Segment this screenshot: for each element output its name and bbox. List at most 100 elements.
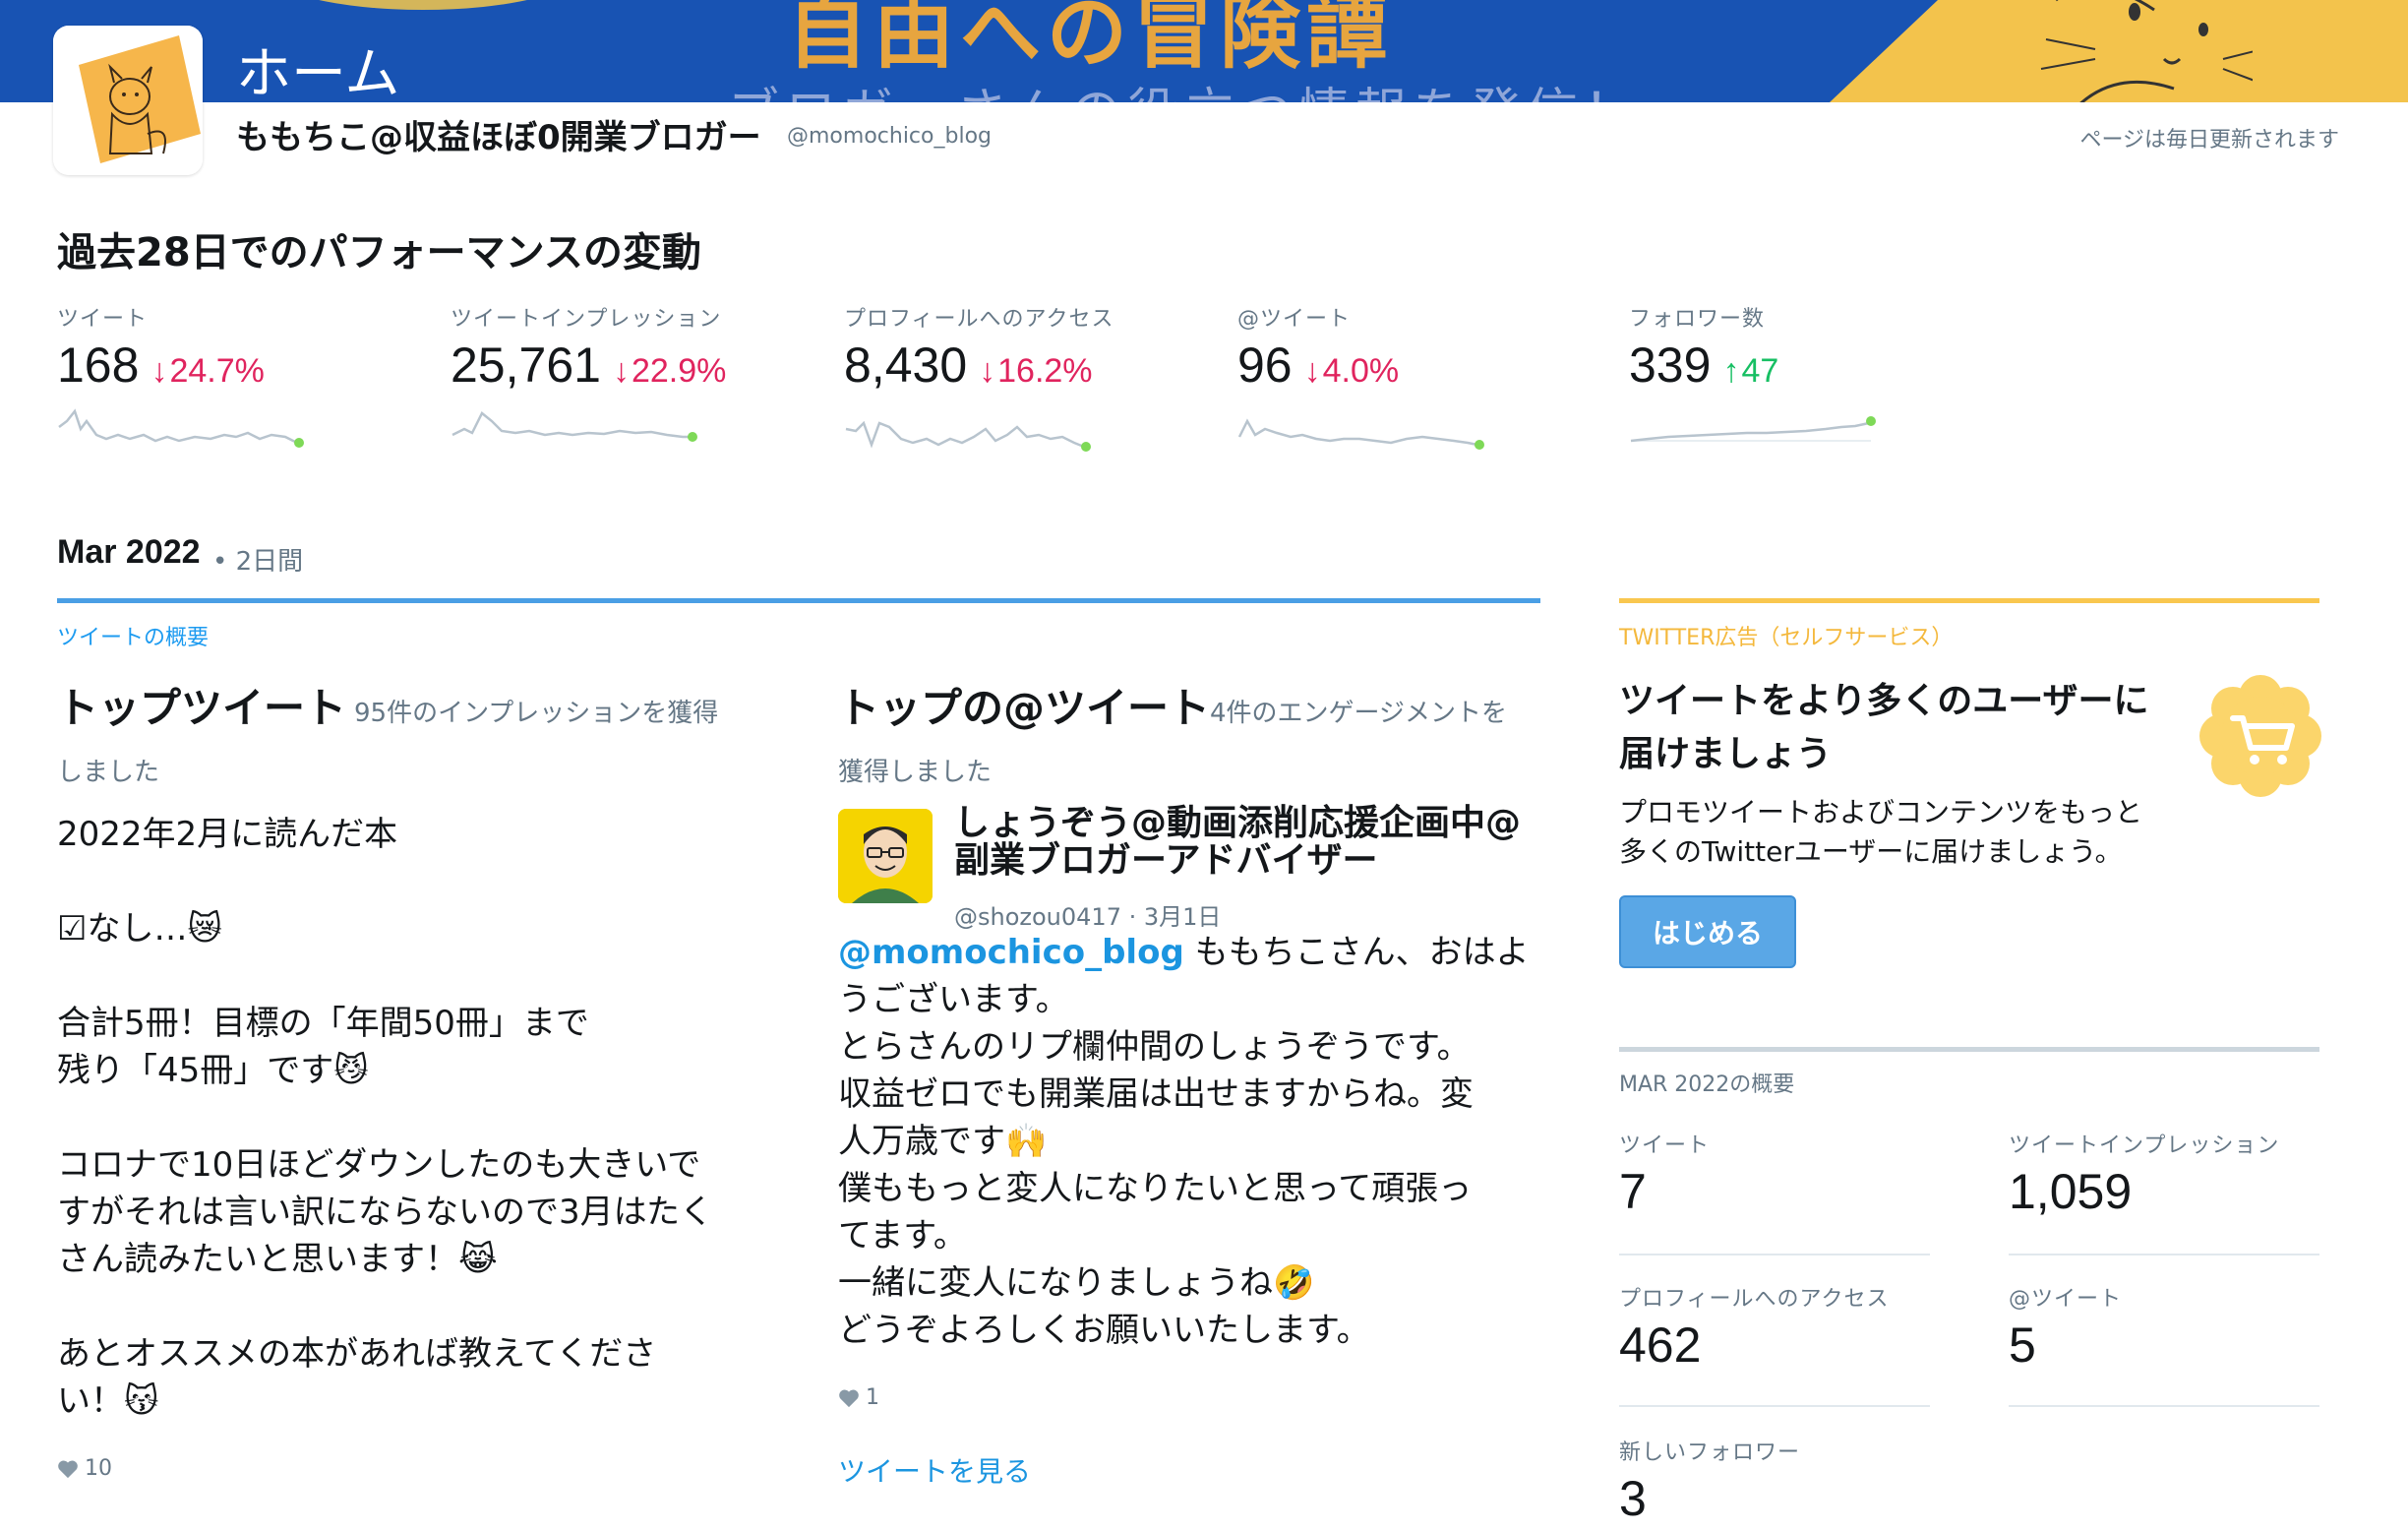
person-avatar-icon: [838, 809, 933, 903]
stat-divider: [2009, 1405, 2319, 1407]
metric-value: 8,430: [844, 337, 968, 393]
tweet-line-gap: [57, 1094, 713, 1141]
stat-profile-visits: プロフィールへのアクセス 462: [1619, 1287, 1890, 1373]
metric-value: 168: [57, 337, 140, 393]
stat-impressions: ツイートインプレッション 1,059: [2009, 1133, 2280, 1219]
like-count: 1: [866, 1385, 879, 1410]
stat-new-followers: 新しいフォロワー 3: [1619, 1440, 1801, 1526]
month-summary-label: MAR 2022の概要: [1619, 1072, 1795, 1097]
profile-avatar[interactable]: [53, 26, 203, 175]
tweet-line: 収益ゼロでも開業届は出せますからね。変: [838, 1074, 1474, 1114]
banner-moon-shape: [266, 0, 580, 10]
up-arrow-icon: ↑: [1722, 352, 1740, 390]
start-ads-button[interactable]: はじめる: [1619, 895, 1796, 968]
stat-tweets: ツイート 7: [1619, 1133, 1711, 1219]
update-note: ページは毎日更新されます: [2079, 128, 2339, 153]
banner-subtitle-text: ブロガーさんの役立つ情報を発信！: [728, 71, 1641, 102]
tweet-line: コロナで10日ほどダウンしたのも大きいで: [57, 1145, 701, 1185]
sparkline-chart: [1630, 416, 1876, 443]
stat-mentions: @ツイート 5: [2009, 1287, 2123, 1373]
top-tweet-body[interactable]: 2022年2月に読んだ本 ☑なし…😿 合計5冊！目標の「年間50冊」まで 残り「…: [57, 811, 713, 1425]
tweet-line: どうぞよろしくお願いいたします。: [838, 1311, 1370, 1350]
top-tweet-sub-2: しました: [57, 758, 160, 787]
month-days: • 2日間: [212, 547, 304, 577]
banner-cat-illustration: [2040, 0, 2253, 102]
metric-value: 96: [1237, 337, 1293, 393]
stat-divider: [1619, 1405, 1930, 1407]
metric-change: ↓24.7%: [150, 352, 265, 390]
profile-handle: @momochico_blog: [787, 124, 992, 149]
tweet-line: ☑なし…😿: [57, 909, 222, 949]
profile-name: ももちこ@収益ほぼ0開業ブロガー: [236, 118, 761, 157]
top-mention-body[interactable]: @momochico_blog ももちこさん、おはよ うございます。 とらさんの…: [838, 929, 1530, 1354]
tweet-line: うございます。: [838, 980, 1069, 1019]
metric-change: ↓4.0%: [1303, 352, 1400, 390]
tweet-line: 僕ももっと変人になりたいと思って頑張っ: [838, 1169, 1473, 1208]
metric-change: ↑47: [1722, 352, 1779, 390]
performance-title: 過去28日でのパフォーマンスの変動: [57, 230, 701, 276]
ads-divider: [1619, 598, 2319, 603]
top-tweet-sub: 95件のインプレッションを獲得: [354, 699, 719, 728]
metric-label: ツイートインプレッション: [451, 307, 722, 332]
top-mention-likes[interactable]: 1: [838, 1385, 879, 1410]
metric-impressions[interactable]: ツイートインプレッション 25,761 ↓22.9%: [451, 301, 824, 468]
down-arrow-icon: ↓: [979, 352, 996, 390]
stat-divider: [1619, 1254, 1930, 1255]
tweet-line: 残り「45冊」です😼: [57, 1051, 369, 1090]
mention-author-name[interactable]: しょうぞう@動画添削応援企画中@ 副業ブロガーアドバイザー: [954, 805, 1521, 880]
metric-followers[interactable]: フォロワー数 339 ↑47: [1629, 301, 2003, 468]
metric-value: 339: [1629, 337, 1712, 393]
stat-divider: [2009, 1254, 2319, 1255]
tweet-line: すがそれは言い訳にならないので3月はたく: [57, 1193, 713, 1232]
mention-author-meta: @shozou0417 · 3月1日: [954, 897, 1221, 932]
mention-author-handle: @shozou0417: [954, 903, 1121, 931]
top-tweet-likes[interactable]: 10: [57, 1456, 112, 1481]
cat-avatar-icon: [53, 26, 203, 175]
ads-description: プロモツイートおよびコンテンツをもっと 多くのTwitterユーザーに届けましょ…: [1619, 796, 2143, 868]
sparkline-chart: [845, 420, 1091, 452]
mention-date: · 3月1日: [1128, 903, 1222, 931]
tweet-line-gap: [57, 952, 713, 1000]
metric-label: ツイート: [57, 307, 149, 332]
metric-value: 25,761: [451, 337, 601, 393]
metric-label: @ツイート: [1237, 307, 1352, 332]
tweet-line: 人万歳です🙌: [838, 1122, 1048, 1161]
view-tweet-link[interactable]: ツイートを見る: [838, 1450, 1031, 1490]
tweet-line: 一緒に変人になりましょうね🤣: [838, 1263, 1315, 1303]
tweet-line: 2022年2月に読んだ本: [57, 815, 398, 854]
tweet-line-gap: [57, 1283, 713, 1330]
tweet-line: い！😽: [57, 1381, 159, 1421]
tweet-line: てます。: [838, 1216, 967, 1255]
metric-mentions[interactable]: @ツイート 96 ↓4.0%: [1237, 301, 1611, 468]
month-title: Mar 2022: [57, 533, 201, 571]
metric-label: フォロワー数: [1629, 307, 1766, 332]
tweet-line: とらさんのリプ欄仲間のしょうぞうです。: [838, 1027, 1471, 1067]
sparkline-chart: [452, 411, 697, 442]
heart-icon: [58, 1460, 78, 1478]
down-arrow-icon: ↓: [1303, 352, 1321, 390]
metric-change: ↓16.2%: [979, 352, 1093, 390]
mention-author-avatar[interactable]: [838, 809, 933, 903]
tweet-line-gap: [57, 858, 713, 905]
heart-icon: [839, 1389, 859, 1407]
tweet-line: さん読みたいと思います！😹: [57, 1240, 498, 1279]
top-tweet-heading: トップツイート: [57, 684, 347, 732]
page-title: ホーム: [236, 42, 400, 106]
metric-label: プロフィールへのアクセス: [844, 307, 1114, 332]
metric-change: ↓22.9%: [612, 352, 727, 390]
top-mention-sub-2: 獲得しました: [838, 758, 993, 787]
tweet-summary-label: ツイートの概要: [57, 626, 210, 650]
tweet-line: あとオススメの本があれば教えてくださ: [57, 1334, 657, 1374]
sparkline-chart: [58, 408, 304, 448]
sparkline-chart: [1237, 418, 1484, 450]
top-mention-heading: トップの@ツイート: [838, 684, 1211, 732]
down-arrow-icon: ↓: [612, 352, 630, 390]
ads-section-label: TWITTER広告（セルフサービス）: [1619, 626, 1954, 650]
shopping-cart-icon: [2199, 675, 2321, 797]
metric-tweets[interactable]: ツイート 168 ↓24.7%: [57, 301, 431, 468]
like-count: 10: [85, 1456, 112, 1481]
metric-profile-visits[interactable]: プロフィールへのアクセス 8,430 ↓16.2%: [844, 301, 1218, 468]
tweet-line: 合計5冊！目標の「年間50冊」まで: [57, 1004, 589, 1043]
ads-heading: ツイートをより多くのユーザーに 届けましょう: [1619, 681, 2149, 774]
mention-link[interactable]: @momochico_blog: [838, 933, 1184, 972]
